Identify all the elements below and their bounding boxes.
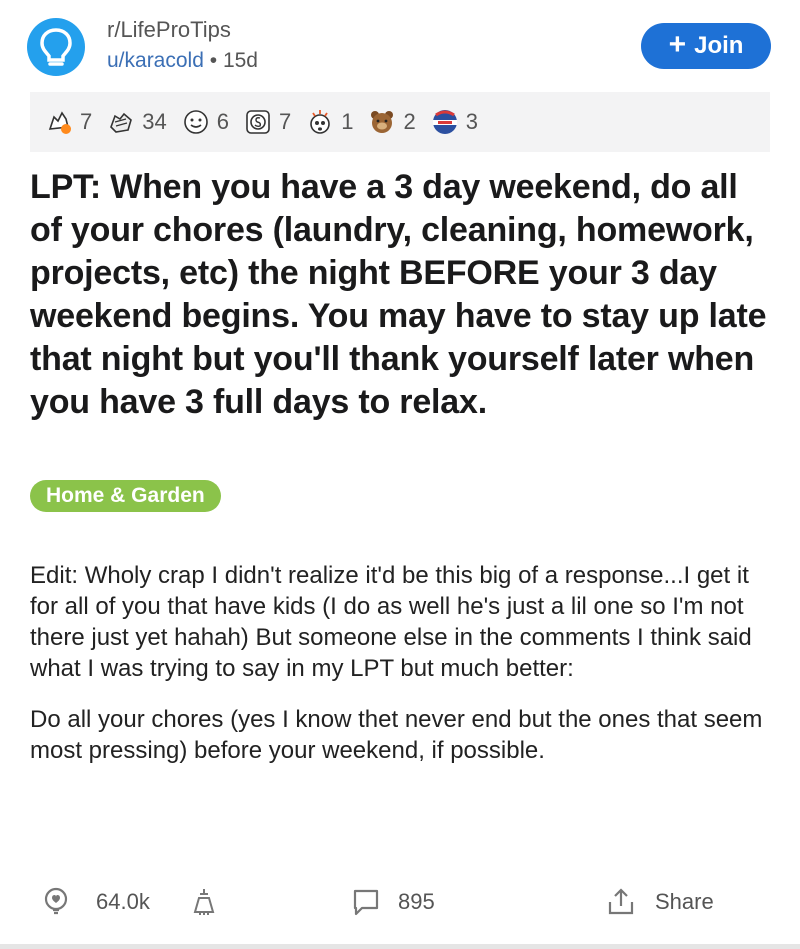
share-icon [608,888,634,915]
post-meta: u/karacold • 15d [107,49,258,73]
helpful-hands-icon [110,112,133,133]
bear-award-icon [371,111,394,133]
awards-bar[interactable]: 7 34 6 7 1 2 3 [30,92,770,152]
body-paragraph: Do all your chores (yes I know thet neve… [30,706,763,764]
comment-count: 895 [398,889,435,914]
post-flair[interactable]: Home & Garden [30,480,221,512]
bottom-divider [0,944,800,949]
post-age: 15d [222,49,258,72]
award-item[interactable]: 7 [243,107,291,137]
award-item[interactable]: 6 [181,107,229,137]
award-item[interactable]: 34 [106,107,167,137]
award-count: 2 [403,109,416,134]
award-item[interactable]: 1 [305,107,353,137]
award-item[interactable]: 2 [367,107,416,137]
subreddit-name[interactable]: r/LifeProTips [107,17,231,43]
share-button[interactable]: Share [605,870,714,934]
award-count: 3 [465,109,478,134]
join-button[interactable]: + Join [641,23,771,69]
share-label: Share [655,889,714,914]
body-paragraph: Edit: Wholy crap I didn't realize it'd b… [30,562,752,682]
join-label: Join [694,32,744,59]
award-count: 7 [278,109,292,134]
award-count: 34 [142,109,167,134]
award-button[interactable] [40,870,72,934]
wholesome-icon [183,110,208,134]
vote-badge-icon [432,110,457,134]
author-link[interactable]: u/karacold [107,49,204,72]
plus-icon: + [668,27,687,61]
award-count: 7 [80,109,93,134]
post-body: Edit: Wholy crap I didn't realize it'd b… [30,560,775,786]
award-count: 1 [341,109,354,134]
lightbulb-icon [40,28,72,66]
upvote-icon [193,889,215,915]
award-icon [44,887,68,915]
award-item[interactable]: 7 [44,107,92,137]
silver-award-icon [246,110,270,134]
upvote-button[interactable] [188,870,220,934]
award-item[interactable]: 3 [430,107,478,137]
meta-separator: • [209,49,218,72]
vote-score: 64.0k [96,889,150,914]
take-my-energy-icon [48,111,71,134]
comment-icon [353,889,379,916]
post-title[interactable]: LPT: When you have a 3 day weekend, do a… [30,166,775,424]
award-count: 6 [216,109,229,134]
comments-button[interactable]: 895 [350,870,435,934]
post-actions: 64.0k 895 Share [0,870,800,934]
post-header: r/LifeProTips u/karacold • 15d + Join [0,0,800,90]
subreddit-avatar[interactable] [27,18,85,76]
mind-blown-icon [310,110,331,134]
